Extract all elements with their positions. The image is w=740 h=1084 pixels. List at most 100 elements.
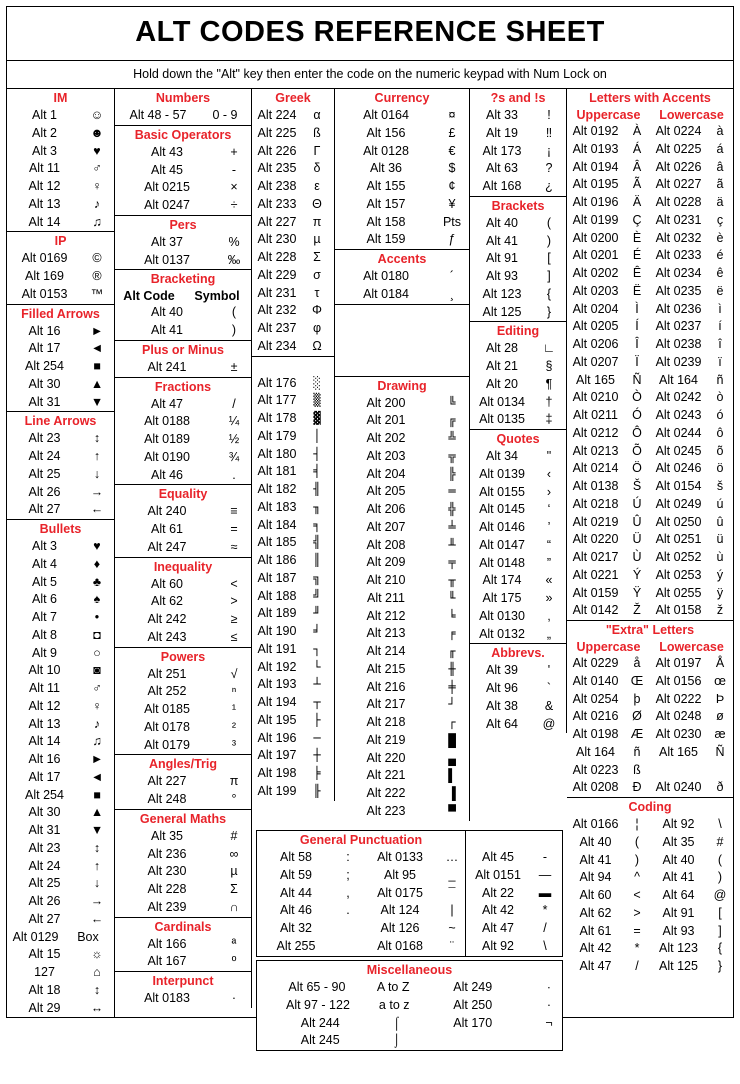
alt-code: Alt 26 [28, 894, 61, 908]
symbol: ◙ [93, 663, 101, 678]
alt-code: Alt 213 [366, 626, 406, 641]
symbol: ♣ [92, 574, 102, 589]
symbol: ╧ [448, 519, 456, 534]
alt-code-lower: Alt 0224 [655, 124, 702, 138]
alt-code: Alt 159 [366, 232, 406, 247]
alt-code: Alt 176 [257, 375, 297, 390]
symbol: ■ [93, 787, 101, 802]
alt-code: Alt 231 [257, 285, 297, 300]
code-row: Alt 13 ♪ [7, 716, 114, 734]
symbol: ] [547, 269, 551, 283]
alt-code-right: Alt 170 [453, 1015, 493, 1030]
section-line-arrows: Line Arrows Alt 23 ↕ Alt 24 ↑ Alt 25 ↓ Alt … [7, 412, 114, 520]
symbol-left: / [635, 959, 639, 973]
code-row: Alt 21 § [470, 358, 566, 376]
symbol-lower: é [716, 248, 724, 263]
symbol: ‰ [227, 252, 241, 267]
symbol: ‹ [546, 466, 552, 481]
alt-code: Alt 0130 [479, 608, 525, 623]
alt-code: Alt 252 [147, 684, 187, 699]
alt-code: Alt 243 [147, 629, 187, 644]
symbol-left: : [346, 850, 350, 864]
code-row: Alt 159 ƒ [335, 231, 469, 249]
symbol: Box [77, 929, 99, 944]
code-row: Alt 173 ¡ [470, 143, 566, 161]
symbol: ♪ [93, 716, 101, 731]
symbol: ║ [313, 553, 321, 567]
symbol: . [232, 467, 236, 482]
code-row: Alt 235 δ [252, 160, 334, 178]
code-row: Alt 46. [115, 467, 251, 485]
table-row: Alt 255 Alt 0168 ¨ [257, 938, 465, 956]
symbol-upper: Ò [632, 390, 642, 405]
symbol: ∞ [229, 846, 239, 861]
symbol-right: @ [713, 888, 727, 902]
alt-code: Alt 198 [257, 766, 297, 780]
alt-code: Alt 27 [28, 502, 61, 517]
alt-code: Alt 0146 [479, 520, 525, 534]
alt-code-upper: Alt 0220 [572, 532, 619, 547]
alt-code: Alt 0128 [363, 143, 409, 158]
code-row: Alt 60 < [115, 576, 251, 594]
section-extra-letters: "Extra" Letters Uppercase Lowercase Alt … [567, 621, 733, 798]
alt-code: Alt 30 [28, 805, 61, 820]
code-row: Alt 0247 ÷ [115, 197, 251, 215]
code-row: Alt 188 ╝ [252, 588, 334, 606]
alt-code-upper: Alt 0206 [572, 337, 619, 351]
section-title: Editing [496, 324, 540, 339]
code-row: Alt 200 ╚ [335, 395, 469, 413]
symbol: ▲ [90, 805, 104, 820]
symbol: ↓ [93, 876, 101, 891]
alt-code-right [410, 1032, 537, 1050]
section-title: Interpunct [152, 974, 214, 988]
code-row: Alt 211 ╙ [335, 590, 469, 608]
code-row: Alt 254 ■ [7, 358, 114, 376]
section-title: Numbers [155, 91, 211, 105]
alt-code: Alt 14 [28, 214, 61, 229]
symbol-right: [ [718, 905, 722, 920]
alt-code-left: Alt 60 [579, 888, 612, 902]
code-row: Alt 221 ▌ [335, 767, 469, 785]
code-row: Alt 19 ‼ [470, 125, 566, 143]
alt-code: Alt 0215 [144, 180, 190, 195]
code-row: Alt 226 Γ [252, 143, 334, 161]
symbol: ◄ [90, 769, 104, 784]
symbol: ♂ [92, 681, 102, 695]
section-powers: Powers Alt 251 √ Alt 252 ⁿ Alt 0185 ¹ Alt 0… [115, 648, 251, 756]
alt-code: Alt 221 [366, 768, 406, 783]
alt-code: Alt 247 [147, 539, 187, 554]
symbol: = [230, 522, 238, 536]
table-row: Alt 40 (Alt 35 # [567, 834, 733, 852]
symbol: α [313, 108, 321, 122]
section-title: Greek [275, 91, 311, 105]
alt-code: Alt 181 [257, 464, 297, 479]
alt-code-lower: Alt 0239 [655, 354, 702, 369]
code-row: Alt 40 ( [470, 215, 566, 233]
alt-code-upper: Alt 0204 [572, 301, 619, 316]
section-coding: Coding Alt 0166 ¦ Alt 92 \ Alt 40 (Alt 35 # A… [567, 798, 733, 976]
symbol: # [230, 828, 238, 843]
symbol: ─ [313, 730, 321, 745]
symbol-lower: ž [716, 603, 724, 618]
alt-code-left: Alt 94 [579, 870, 612, 885]
code-row: Alt 0146 ’ [470, 519, 566, 537]
alt-code-mid: Alt 0175 [377, 885, 423, 900]
alt-code-right: Alt 35 [662, 834, 695, 849]
symbol-right [536, 1032, 562, 1050]
symbol-lower: õ [716, 443, 724, 458]
table-row: Alt 44, Alt 0175 ¯ [257, 885, 465, 903]
section-cardinals: Cardinals Alt 166 ª Alt 167 º [115, 918, 251, 972]
symbol: ╛ [313, 624, 321, 638]
code-row: Alt 243 ≤ [115, 629, 251, 647]
code-row: Alt 3 ♥ [7, 143, 114, 161]
code-row: Alt 157 ¥ [335, 196, 469, 214]
alt-code-left: Alt 40 [579, 834, 612, 849]
symbol-right: · [546, 997, 552, 1012]
section-general-punctuation: General Punctuation Alt 58: Alt 0133 … Alt… [256, 830, 466, 957]
section-title: Quotes [496, 432, 540, 446]
alt-code-left: Alt 62 [579, 905, 612, 920]
symbol: ♥ [93, 539, 101, 553]
alt-code: Alt 254 [25, 787, 64, 802]
alt-code: Alt 219 [366, 732, 406, 747]
alt-code: Alt 45 [482, 850, 514, 864]
